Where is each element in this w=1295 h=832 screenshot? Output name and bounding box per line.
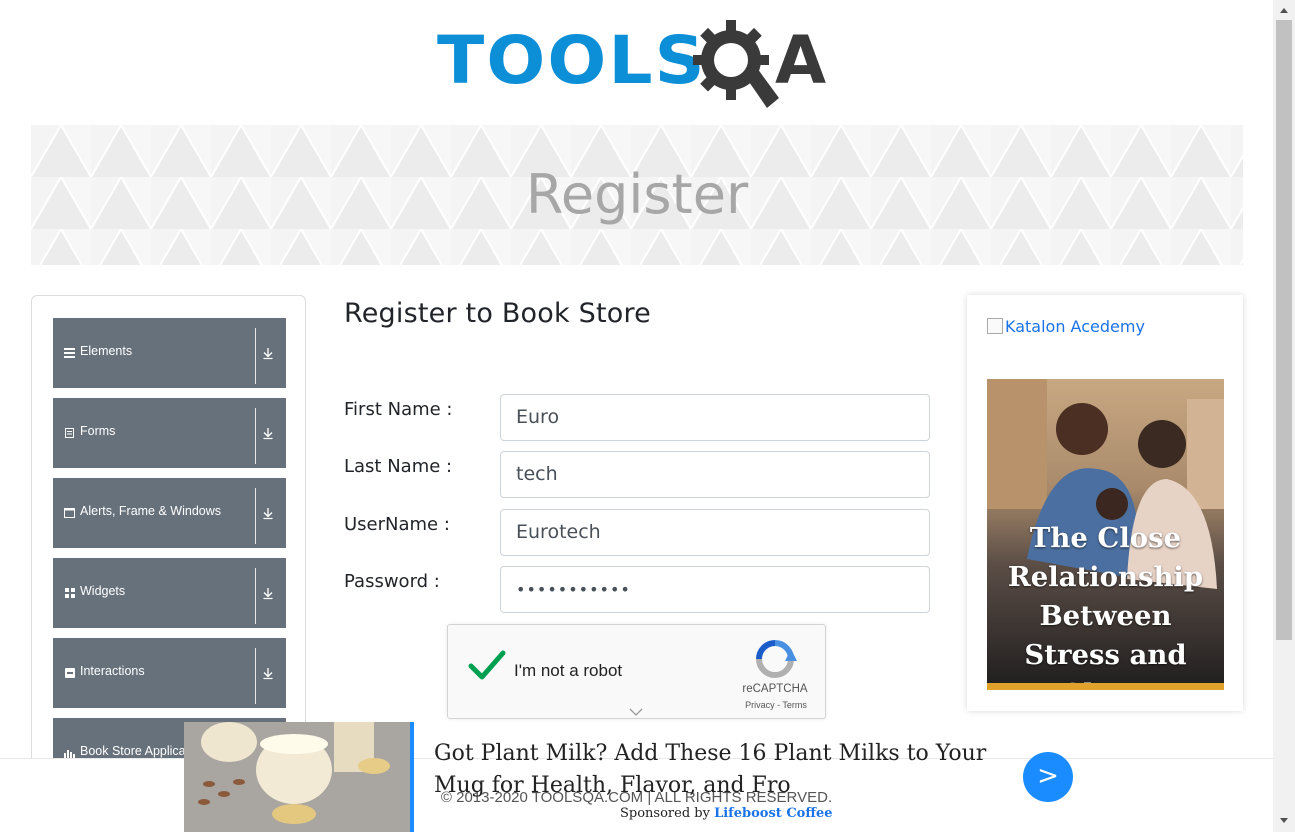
username-label: UserName : [344,514,450,535]
password-input[interactable]: ••••••••••• [500,566,930,613]
divider [255,328,256,384]
gear-magnifier-icon [693,20,779,108]
divider [255,648,256,704]
sidebar-item-label: Elements [80,344,133,358]
ad-headline: The Close Relationship Between Stress an… [1007,522,1204,690]
recaptcha-terms-link[interactable]: Privacy - Terms [739,700,813,710]
window-icon [64,507,75,518]
sponsor-link[interactable]: Lifeboost Coffee [714,806,832,821]
vertical-scrollbar[interactable] [1273,0,1295,832]
download-arrow-icon [263,508,273,520]
password-label: Password : [344,571,440,592]
logo-tools-text: TOOLS [437,22,707,99]
stress-sleep-ad[interactable]: The Close Relationship Between Stress an… [987,379,1224,690]
widgets-icon [64,587,75,598]
toolsqa-logo[interactable]: TOOLS A [437,18,841,114]
sidebar-item-label: Alerts, Frame & Windows [80,504,222,518]
bottom-ad-headline: Got Plant Milk? Add These 16 Plant Milks… [434,741,987,798]
sidebar-item-label: Book Store Applica [80,744,186,758]
first-name-label: First Name : [344,399,453,420]
hamburger-icon [64,347,75,358]
divider [255,568,256,624]
sponsor-line: Sponsored by Lifeboost Coffee [620,806,833,821]
katalon-ad-link[interactable]: Katalon Acedemy [987,317,1145,336]
broken-image-icon [987,318,1003,334]
recaptcha-widget: I'm not a robot reCAPTCHA Privacy - Term… [447,624,826,719]
first-name-input[interactable]: Euro [500,394,930,441]
ad-accent-line [410,722,414,832]
sidebar-item-label: Interactions [80,664,145,678]
sidebar-item-interactions[interactable]: Interactions [53,638,286,708]
scroll-up-arrow-icon[interactable] [1280,8,1288,13]
download-arrow-icon [263,588,273,600]
scroll-down-arrow-icon[interactable] [1280,818,1288,823]
ad-next-button[interactable]: > [1023,752,1073,802]
sidebar-item-label: Widgets [80,584,126,598]
logo-a-text: A [775,22,827,99]
download-arrow-icon [263,668,273,680]
download-arrow-icon [263,348,273,360]
left-sidebar: Elements Forms Alerts, Frame & Windows W… [31,295,306,765]
sidebar-item-label: Forms [80,424,116,438]
katalon-alt-text: Katalon Acedemy [1005,317,1145,336]
sidebar-item-widgets[interactable]: Widgets [53,558,286,628]
scrollbar-thumb[interactable] [1276,20,1292,640]
checkmark-icon[interactable] [468,649,506,681]
sidebar-item-forms[interactable]: Forms [53,398,286,468]
sidebar-item-alerts[interactable]: Alerts, Frame & Windows [53,478,286,548]
form-title: Register to Book Store [344,298,651,329]
plant-milk-image [184,722,410,832]
sponsor-prefix: Sponsored by [620,806,710,821]
recaptcha-logo-icon [756,640,797,678]
page-title: Register [525,163,749,226]
right-ad-panel: Katalon Acedemy The Close Relationship B… [967,295,1243,711]
sidebar-item-elements[interactable]: Elements [53,318,286,388]
chart-icon [64,747,75,758]
page-banner: Register [31,125,1243,265]
username-input[interactable]: Eurotech [500,509,930,556]
bottom-ad-banner[interactable]: Got Plant Milk? Add These 16 Plant Milks… [184,722,1079,832]
divider [255,488,256,544]
download-arrow-icon [263,428,273,440]
recaptcha-brand: reCAPTCHA [742,683,808,695]
plant-milk-illustration [184,722,410,832]
last-name-input[interactable]: tech [500,451,930,498]
divider [255,408,256,464]
interactions-icon [64,667,75,678]
gold-bar [987,683,1224,690]
form-icon [64,427,75,438]
last-name-label: Last Name : [344,456,453,477]
chevron-down-icon [629,708,643,716]
recaptcha-label: I'm not a robot [514,661,623,680]
